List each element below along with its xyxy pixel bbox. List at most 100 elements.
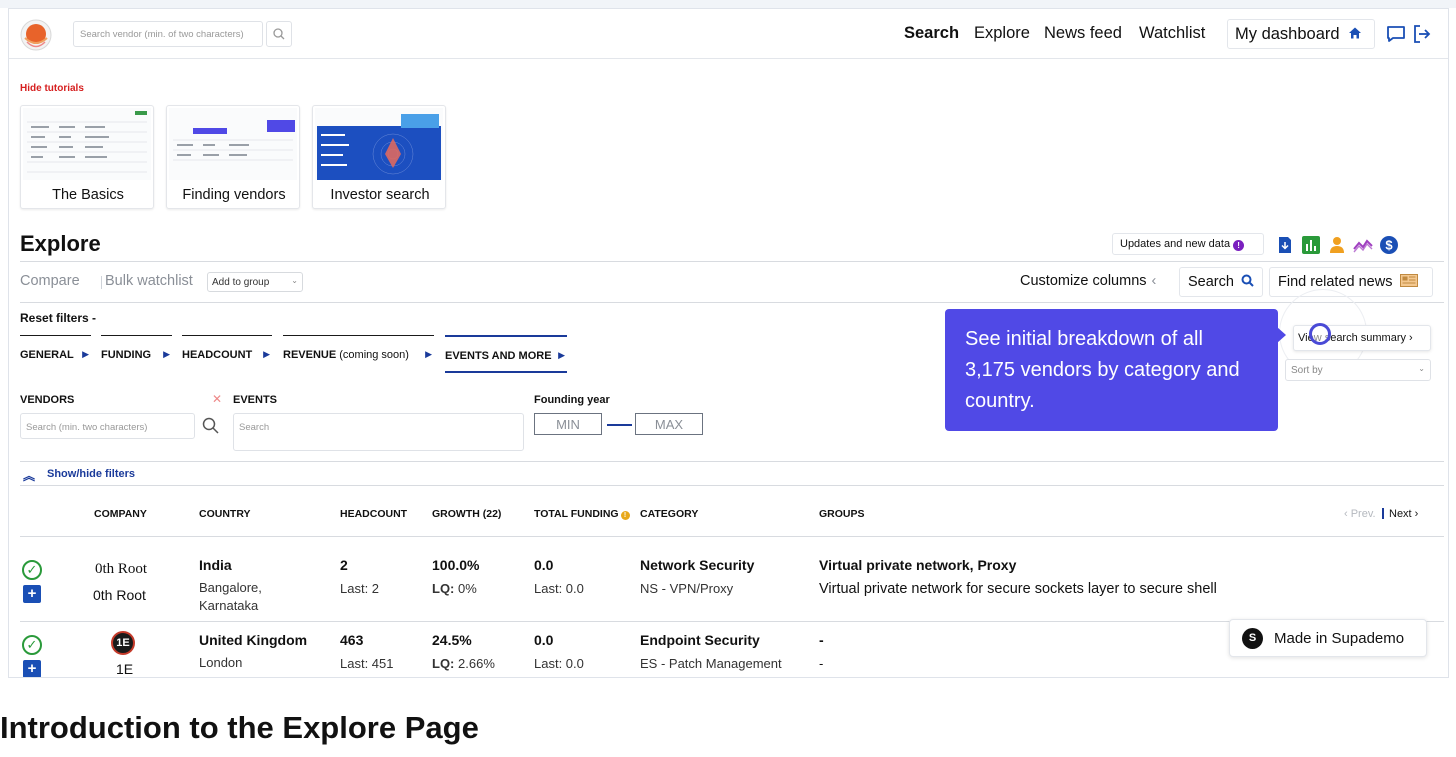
column-header-country[interactable]: COUNTRY [199,508,251,520]
group-title-cell: Virtual private network, Proxy [819,557,1017,573]
column-header-growth[interactable]: GROWTH (22) [432,508,501,520]
column-header-category[interactable]: CATEGORY [640,508,698,520]
funding-cell: 0.0 [534,632,554,648]
company-name[interactable]: 1E [116,661,133,677]
chat-icon[interactable] [1385,23,1407,45]
nav-search[interactable]: Search [904,24,959,43]
divider [20,261,1444,262]
dollar-icon[interactable]: $ [1379,235,1399,255]
demo-hotspot[interactable] [1309,323,1331,345]
updates-and-new-data-button[interactable]: Updates and new data! [1112,233,1264,255]
column-header-company[interactable]: COMPANY [94,508,147,520]
subcategory-cell: NS - VPN/Proxy [640,581,734,596]
category-cell[interactable]: Endpoint Security [640,632,760,648]
add-to-group-select[interactable]: Add to group ⌄ [207,272,303,292]
logout-icon[interactable] [1411,23,1433,45]
nav-watchlist[interactable]: Watchlist [1139,24,1205,43]
headcount-last: Last: 451 [340,656,394,671]
nav-news-feed[interactable]: News feed [1044,24,1122,43]
tutorial-card-investor-search[interactable]: Investor search [312,105,446,209]
category-cell[interactable]: Network Security [640,557,754,573]
tab-label: REVENUE [283,349,337,361]
divider [20,536,1444,537]
checkmark-icon[interactable]: ✓ [22,635,42,655]
divider [101,276,102,289]
nav-explore[interactable]: Explore [974,24,1030,43]
divider [20,302,1444,303]
growth-cell: 100.0% [432,557,480,573]
headcount-last: Last: 2 [340,581,380,596]
funding-last: Last: 0.0 [534,656,584,671]
top-strip [0,0,1456,8]
lq-value: 0% [458,581,477,596]
add-to-watchlist-button[interactable]: + [23,660,41,677]
page-title: Explore [20,231,101,256]
column-header-headcount[interactable]: HEADCOUNT [340,508,407,520]
customize-columns-button[interactable]: Customize columns ‹ [1020,273,1156,289]
founding-year-label: Founding year [534,394,610,406]
headcount-cell: 463 [340,632,364,648]
tab-label: HEADCOUNT [182,349,253,361]
find-news-label: Find related news [1278,274,1393,290]
tutorial-card-finding-vendors[interactable]: Finding vendors [166,105,300,209]
close-icon[interactable]: ✕ [212,392,222,406]
home-icon [1349,27,1362,39]
tab-headcount[interactable]: HEADCOUNT ▶ [182,335,272,373]
prev-page-button[interactable]: ‹ Prev. [1344,508,1376,520]
hide-tutorials-link[interactable]: Hide tutorials [20,83,84,94]
founding-year-max-input[interactable]: MAX [635,413,703,435]
trend-icon[interactable] [1353,235,1373,255]
add-to-watchlist-button[interactable]: + [23,585,41,603]
show-hide-filters-link[interactable]: Show/hide filters [47,468,135,480]
tutorial-thumbnail [169,108,297,180]
company-name[interactable]: 0th Root [93,587,146,603]
divider [20,485,1444,486]
my-dashboard-button[interactable]: My dashboard [1227,19,1375,49]
founding-year-min-input[interactable]: MIN [534,413,602,435]
demo-tooltip: See initial breakdown of all 3,175 vendo… [945,309,1278,431]
search-icon [273,28,285,40]
download-icon[interactable] [1275,235,1295,255]
info-badge-icon: ! [1233,240,1245,251]
bar-chart-icon[interactable] [1301,235,1321,255]
compare-link[interactable]: Compare [20,273,80,289]
search-button[interactable]: Search [1179,267,1263,297]
double-chevron-up-icon[interactable]: ︽ [23,467,35,484]
tab-general[interactable]: GENERAL ▶ [20,335,91,373]
group-description-cell: Virtual private network for secure socke… [819,581,1217,597]
growth-cell: 24.5% [432,632,472,648]
tab-label: EVENTS AND MORE [445,350,552,362]
vendor-search-button[interactable] [266,21,292,47]
search-icon[interactable] [201,416,221,436]
events-filter-input[interactable]: Search [233,413,524,451]
caret-right-icon: ▶ [263,349,270,359]
tab-funding[interactable]: FUNDING ▶ [101,335,172,373]
brand-logo-icon[interactable] [19,18,53,52]
tutorial-thumbnail [315,108,443,180]
checkmark-icon[interactable]: ✓ [22,560,42,580]
country-cell: United Kingdom [199,632,308,648]
article-heading: Introduction to the Explore Page [0,710,479,745]
next-page-button[interactable]: Next › [1389,508,1418,520]
made-in-supademo-badge[interactable]: S Made in Supademo [1229,619,1427,657]
reset-filters-link[interactable]: Reset filters - [20,311,96,325]
column-header-groups[interactable]: GROUPS [819,508,865,520]
column-header-total-funding[interactable]: TOTAL FUNDING! [534,508,630,520]
tab-events-and-more[interactable]: EVENTS AND MORE ▶ [445,335,567,373]
tutorial-card-basics[interactable]: The Basics [20,105,154,209]
caret-right-icon: ▶ [163,349,170,359]
find-related-news-button[interactable]: Find related news [1269,267,1433,297]
vendors-filter-input[interactable]: Search (min. two characters) [20,413,195,439]
location-cell: Bangalore, Karnataka [199,580,262,613]
tab-revenue[interactable]: REVENUE (coming soon) ▶ [283,335,434,373]
caret-right-icon: ▶ [82,349,89,359]
vendor-search-input[interactable]: Search vendor (min. of two characters) [73,21,263,47]
divider [20,461,1444,462]
bulk-watchlist-link[interactable]: Bulk watchlist [105,273,193,289]
supademo-label: Made in Supademo [1274,630,1405,647]
search-button-label: Search [1188,274,1234,290]
info-icon[interactable]: ! [620,511,630,520]
sort-by-select[interactable]: Sort by ⌄ [1285,359,1431,381]
tutorial-thumbnail [23,108,151,180]
user-icon[interactable] [1327,235,1347,255]
